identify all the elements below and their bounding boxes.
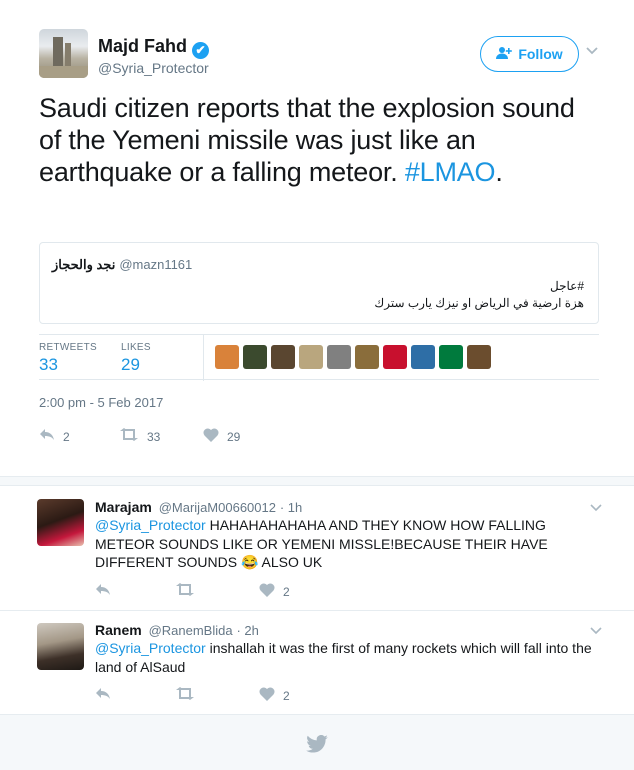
retweets-count[interactable]: 33 — [39, 355, 97, 375]
quoted-tweet[interactable]: نجد والحجاز @mazn1161 #عاجل هزة ارضية في … — [39, 242, 599, 324]
reply-header: Ranem @RanemBlida · 2h — [95, 622, 259, 638]
quoted-tweet-header: نجد والحجاز @mazn1161 — [52, 257, 192, 273]
author-avatar[interactable] — [39, 29, 88, 78]
author-name-text[interactable]: Majd Fahd — [98, 36, 187, 56]
chevron-down-icon[interactable] — [590, 624, 602, 638]
reply-icon — [39, 428, 55, 445]
quoted-author-name: نجد والحجاز — [52, 257, 116, 272]
liker-avatars — [215, 345, 491, 369]
avatar[interactable] — [37, 499, 84, 546]
liker-avatar[interactable] — [215, 345, 239, 369]
like-count: 2 — [283, 689, 290, 703]
reply-tweet[interactable]: Marajam @MarijaM00660012 · 1h @Syria_Pro… — [0, 487, 634, 611]
reply-tweet[interactable]: Ranem @RanemBlida · 2h @Syria_Protector … — [0, 611, 634, 715]
heart-icon — [259, 687, 275, 705]
reply-text: @Syria_Protector inshallah it was the fi… — [95, 639, 605, 676]
like-count: 2 — [283, 585, 290, 599]
retweets-label: RETWEETS — [39, 342, 97, 353]
liker-avatar[interactable] — [271, 345, 295, 369]
liker-avatar[interactable] — [299, 345, 323, 369]
divider — [203, 335, 204, 381]
liker-avatar[interactable] — [243, 345, 267, 369]
chevron-down-icon[interactable] — [590, 501, 602, 515]
main-tweet: Majd Fahd ✔ @Syria_Protector Follow Saudi… — [0, 0, 634, 476]
retweet-count: 33 — [147, 429, 161, 444]
reply-icon — [95, 583, 111, 600]
retweet-button[interactable] — [175, 687, 195, 704]
avatar[interactable] — [37, 623, 84, 670]
person-plus-icon — [496, 46, 513, 63]
liker-avatar[interactable] — [355, 345, 379, 369]
mention-link[interactable]: @Syria_Protector — [95, 517, 206, 533]
retweet-icon — [175, 583, 195, 600]
reply-author-handle[interactable]: @MarijaM00660012 — [159, 500, 276, 515]
author-name[interactable]: Majd Fahd ✔ — [98, 36, 209, 59]
like-button[interactable]: 29 — [203, 428, 240, 446]
chevron-down-icon[interactable] — [586, 42, 598, 58]
heart-icon — [203, 428, 219, 446]
reply-author-handle[interactable]: @RanemBlida — [149, 623, 233, 638]
retweet-button[interactable] — [175, 583, 195, 600]
likes-count[interactable]: 29 — [121, 355, 151, 375]
tweet-stats: RETWEETS 33 LIKES 29 — [39, 334, 599, 381]
likes-stat[interactable]: LIKES 29 — [121, 342, 151, 375]
heart-icon — [259, 583, 275, 601]
reply-button[interactable] — [95, 583, 111, 600]
tweet-text: Saudi citizen reports that the explosion… — [39, 92, 599, 188]
timeline-footer — [0, 715, 634, 770]
reply-count: 2 — [63, 429, 70, 444]
reply-author-name[interactable]: Marajam — [95, 499, 152, 515]
quoted-tweet-line: #عاجل — [550, 279, 584, 293]
mention-link[interactable]: @Syria_Protector — [95, 640, 206, 656]
author-handle[interactable]: @Syria_Protector — [98, 60, 209, 76]
reply-button[interactable]: 2 — [39, 428, 70, 445]
like-button[interactable]: 2 — [259, 687, 290, 705]
reply-text: @Syria_Protector HAHAHAHAHAHA AND THEY K… — [95, 516, 605, 572]
reply-button[interactable] — [95, 687, 111, 704]
like-button[interactable]: 2 — [259, 583, 290, 601]
liker-avatar[interactable] — [467, 345, 491, 369]
reply-header: Marajam @MarijaM00660012 · 1h — [95, 499, 302, 515]
hashtag-link[interactable]: #LMAO — [405, 157, 496, 187]
follow-label: Follow — [518, 46, 563, 62]
quoted-author-handle: @mazn1161 — [119, 257, 193, 272]
verified-badge-icon: ✔ — [192, 42, 209, 59]
liker-avatar[interactable] — [439, 345, 463, 369]
liker-avatar[interactable] — [327, 345, 351, 369]
likes-label: LIKES — [121, 342, 151, 353]
reply-time[interactable]: · 1h — [280, 500, 302, 515]
like-count: 29 — [227, 430, 241, 444]
reply-author-name[interactable]: Ranem — [95, 622, 142, 638]
tweet-text-end: . — [495, 157, 503, 187]
divider — [0, 476, 634, 486]
reply-icon — [95, 687, 111, 704]
tweet-timestamp[interactable]: 2:00 pm - 5 Feb 2017 — [39, 395, 163, 410]
retweets-stat[interactable]: RETWEETS 33 — [39, 342, 97, 375]
retweet-button[interactable]: 33 — [119, 428, 160, 445]
reply-time[interactable]: · 2h — [236, 623, 258, 638]
retweet-icon — [175, 687, 195, 704]
follow-button[interactable]: Follow — [480, 36, 579, 72]
liker-avatar[interactable] — [383, 345, 407, 369]
liker-avatar[interactable] — [411, 345, 435, 369]
quoted-tweet-line: هزة ارضية في الرياض او نيزك يارب سترك — [374, 296, 584, 310]
retweet-icon — [119, 428, 139, 445]
twitter-bird-icon — [306, 734, 328, 758]
